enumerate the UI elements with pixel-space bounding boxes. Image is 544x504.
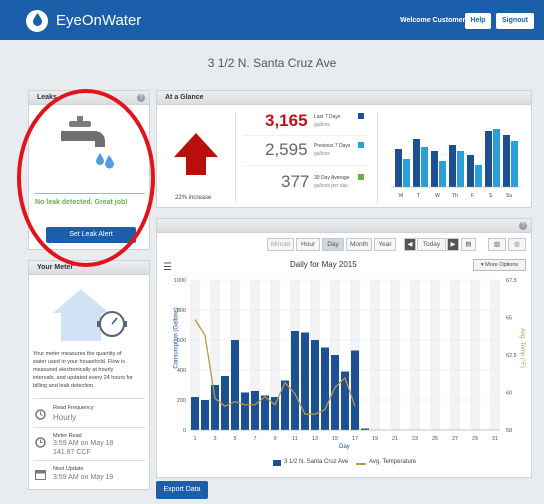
consumption-bar [261, 395, 269, 430]
x-tick-label: 5 [233, 436, 236, 442]
consumption-bar [251, 391, 259, 430]
consumption-bar [211, 385, 219, 430]
consumption-bar [311, 340, 319, 430]
x-tick-label: 31 [492, 436, 498, 442]
y-tick-label: 400 [177, 368, 186, 374]
consumption-bar [291, 331, 299, 430]
x-tick-label: 13 [312, 436, 318, 442]
y2-tick-label: 60 [506, 391, 512, 397]
x-axis-label: Day [339, 444, 350, 450]
grid-band [470, 280, 480, 430]
x-tick-label: 19 [372, 436, 378, 442]
x-tick-label: 21 [392, 436, 398, 442]
x-tick-label: 23 [412, 436, 418, 442]
x-tick-label: 11 [292, 436, 298, 442]
y2-tick-label: 65 [506, 316, 512, 322]
x-tick-label: 1 [193, 436, 196, 442]
y-tick-label: 200 [177, 398, 186, 404]
x-tick-label: 7 [253, 436, 256, 442]
legend-line [356, 463, 366, 465]
x-tick-label: 3 [213, 436, 216, 442]
consumption-bar [191, 397, 199, 430]
grid-band [370, 280, 380, 430]
consumption-bar [231, 340, 239, 430]
export-data-button[interactable]: Export Data [156, 481, 208, 499]
consumption-bar [201, 400, 209, 430]
x-tick-label: 17 [352, 436, 358, 442]
y-tick-label: 0 [183, 428, 186, 434]
consumption-bar [351, 350, 359, 430]
consumption-bar [301, 332, 309, 430]
y2-tick-label: 58 [506, 428, 512, 434]
y2-tick-label: 62.5 [506, 353, 517, 359]
x-tick-label: 15 [332, 436, 338, 442]
grid-band [430, 280, 440, 430]
legend-swatch [273, 460, 281, 466]
consumption-bar [321, 347, 329, 430]
x-tick-label: 9 [273, 436, 276, 442]
y-tick-label: 1000 [174, 278, 186, 284]
daily-consumption-chart: 02004006008001000586062.56567.51 3 5 7 9 11 13… [174, 278, 517, 442]
y2-axis-label: Avg. Temp (°F) [518, 328, 525, 368]
legend-temperature[interactable]: Avg. Temperature [369, 459, 416, 465]
grid-band [410, 280, 420, 430]
grid-band [450, 280, 460, 430]
consumption-bar [221, 376, 229, 430]
x-tick-label: 27 [452, 436, 458, 442]
consumption-bar [241, 392, 249, 430]
grid-band [490, 280, 500, 430]
x-tick-label: 25 [432, 436, 438, 442]
y2-tick-label: 67.5 [506, 278, 517, 284]
legend-consumption[interactable]: 3 1/2 N. Santa Cruz Ave [284, 459, 348, 465]
x-tick-label: 29 [472, 436, 478, 442]
y-axis-label: Consumption (Gallons) [173, 307, 180, 369]
grid-band [390, 280, 400, 430]
